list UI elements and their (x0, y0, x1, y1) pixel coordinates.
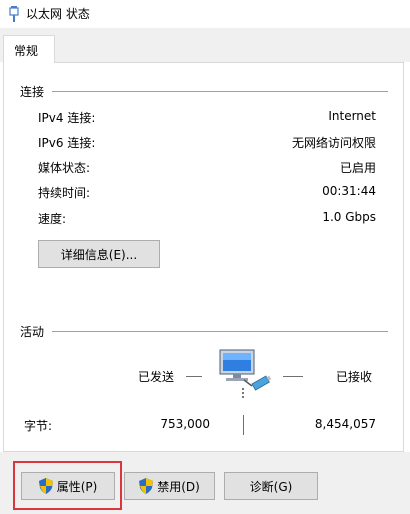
window-title: 以太网 状态 (26, 7, 90, 21)
ipv6-value: 无网络访问权限 (291, 136, 376, 150)
highlight-annotation (13, 461, 122, 510)
bytes-divider (243, 415, 244, 435)
tab-general[interactable]: 常规 (3, 35, 55, 63)
received-dash (283, 376, 303, 377)
activity-group-divider (52, 331, 388, 332)
diagnose-button[interactable]: 诊断(G) (224, 472, 318, 500)
sent-dash (186, 376, 202, 377)
duration-value: 00:31:44 (322, 184, 376, 198)
ethernet-plug-icon (9, 6, 19, 22)
details-button[interactable]: 详细信息(E)... (38, 240, 160, 268)
bytes-sent-value: 753,000 (160, 417, 210, 431)
tab-strip (0, 28, 410, 62)
title-bar: 以太网 状态 (0, 0, 410, 28)
connection-group-label: 连接 (20, 85, 45, 99)
received-label: 已接收 (336, 370, 373, 384)
bytes-label: 字节: (24, 419, 53, 433)
duration-label: 持续时间: (38, 186, 91, 200)
ipv6-label: IPv6 连接: (38, 136, 96, 150)
uac-shield-icon (139, 478, 154, 494)
details-button-label: 详细信息(E)... (60, 247, 138, 262)
ipv4-label: IPv4 连接: (38, 111, 96, 125)
sent-label: 已发送 (138, 370, 175, 384)
network-computer-icon (219, 349, 272, 398)
media-state-label: 媒体状态: (38, 161, 91, 175)
speed-label: 速度: (38, 212, 67, 226)
speed-value: 1.0 Gbps (322, 210, 376, 224)
connection-group-divider (52, 91, 388, 92)
media-state-value: 已启用 (339, 161, 376, 175)
diagnose-button-label: 诊断(G) (249, 479, 293, 494)
activity-group-label: 活动 (20, 325, 45, 339)
bytes-received-value: 8,454,057 (314, 417, 376, 431)
disable-button-label: 禁用(D) (157, 479, 200, 494)
disable-button[interactable]: 禁用(D) (124, 472, 215, 500)
ipv4-value: Internet (328, 109, 376, 123)
tab-general-label: 常规 (14, 44, 39, 58)
